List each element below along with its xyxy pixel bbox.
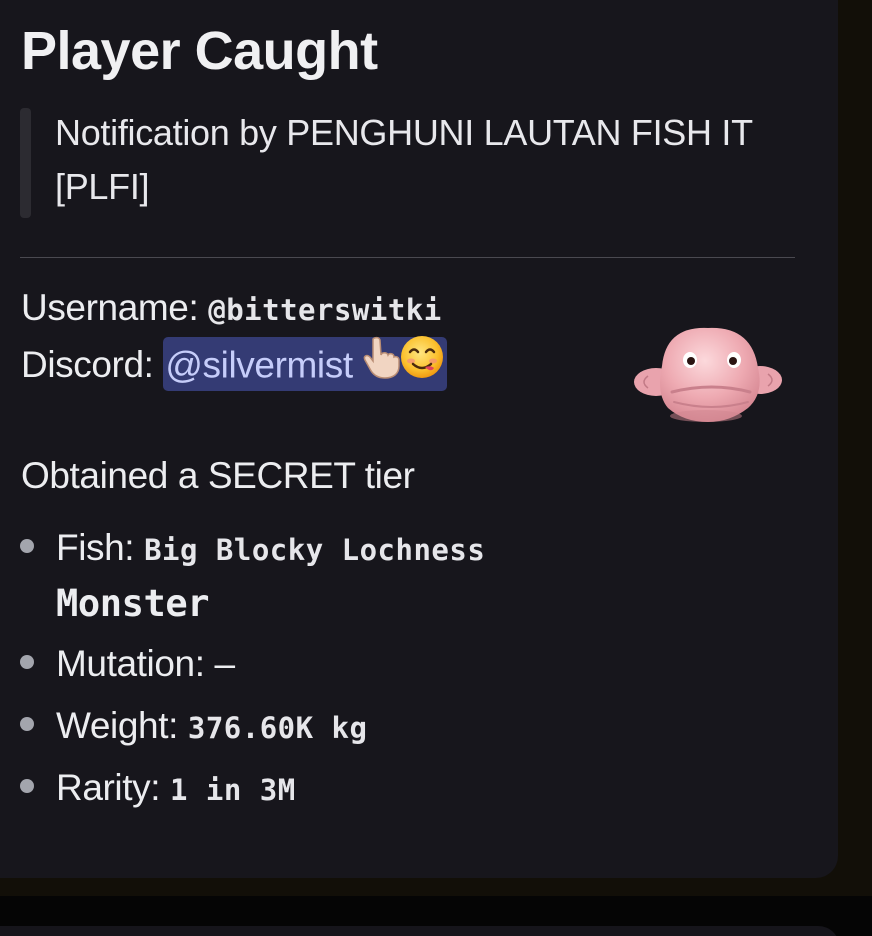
pointing-hand-icon xyxy=(357,335,401,394)
bullet-dot xyxy=(20,539,34,553)
username-value: @bitterswitki xyxy=(208,293,442,327)
notification-embed: Player Caught Notification by PENGHUNI L… xyxy=(0,0,838,878)
field-rarity-line: Rarity: 1 in 3M xyxy=(56,760,296,818)
field-fish-value-2: Monster xyxy=(56,582,210,625)
discord-mention-text: @silvermist xyxy=(165,344,353,386)
username-label: Username: xyxy=(21,287,199,328)
field-rarity-value: 1 in 3M xyxy=(170,773,296,807)
bullet-dot xyxy=(20,779,34,793)
blockquote-text: Notification by PENGHUNI LAUTAN FISH IT … xyxy=(55,106,800,214)
quote-line-1: Notification by PENGHUNI LAUTAN FISH IT xyxy=(55,112,753,153)
field-mutation-label: Mutation: xyxy=(56,643,205,684)
divider xyxy=(20,257,795,258)
discord-label: Discord: xyxy=(21,343,154,385)
field-mutation-value: – xyxy=(214,643,235,684)
field-fish-label: Fish: xyxy=(56,527,135,568)
quote-line-2: [PLFI] xyxy=(55,166,150,207)
field-weight-value: 376.60K kg xyxy=(187,711,368,745)
obtained-text: Obtained a SECRET tier xyxy=(21,455,415,496)
field-rarity-label: Rarity: xyxy=(56,767,161,808)
page: Player Caught Notification by PENGHUNI L… xyxy=(0,0,872,936)
bullet-dot xyxy=(20,655,34,669)
discord-mention[interactable]: @silvermist xyxy=(163,335,447,394)
next-embed-edge xyxy=(0,926,840,936)
discord-row: Discord: @silvermist xyxy=(21,335,447,394)
field-weight-label: Weight: xyxy=(56,705,178,746)
embed-title: Player Caught xyxy=(21,21,378,81)
blobfish-icon xyxy=(626,318,790,428)
field-weight-line: Weight: 376.60K kg xyxy=(56,698,367,756)
bullet-dot xyxy=(20,717,34,731)
yum-face-icon xyxy=(399,334,445,395)
username-row: Username: @bitterswitki xyxy=(21,284,442,334)
blockquote-bar xyxy=(20,108,31,218)
field-fish-value-1: Big Blocky Lochness xyxy=(144,533,486,567)
field-mutation-line: Mutation: – xyxy=(56,636,235,692)
field-fish-line1: Fish: Big Blocky Lochness xyxy=(56,520,485,578)
